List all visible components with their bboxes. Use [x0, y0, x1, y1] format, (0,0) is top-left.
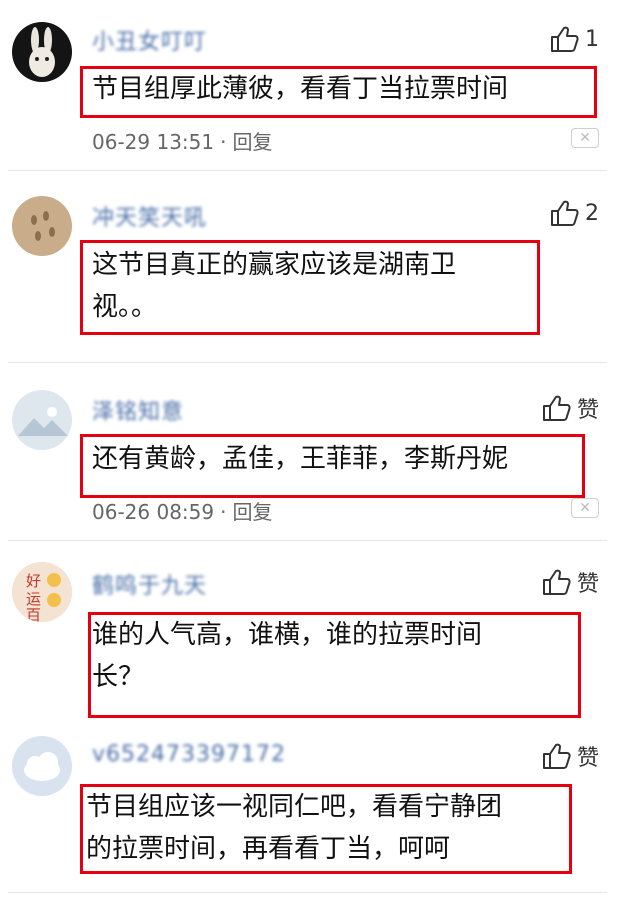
- divider: [8, 170, 607, 171]
- thumbs-up-icon: [542, 569, 571, 595]
- divider: [8, 362, 607, 363]
- like-button[interactable]: 赞: [541, 566, 599, 598]
- like-button[interactable]: 2: [549, 198, 599, 228]
- username[interactable]: 鹤鸣于九天: [92, 568, 207, 600]
- comment-text-line: 这节目真正的赢家应该是湖南卫: [92, 250, 457, 280]
- username[interactable]: v652473397172: [92, 742, 286, 767]
- username[interactable]: 泽铭知意: [92, 394, 184, 426]
- comment-text-line: 还有黄龄，孟佳，王菲菲，李斯丹妮: [92, 444, 509, 474]
- like-button[interactable]: 赞: [541, 740, 599, 772]
- close-icon[interactable]: ✕: [571, 128, 599, 148]
- comment-list: 小丑女叮叮 1 节目组厚此薄彼，看看丁当拉票时间 06-29 13:51 · 回复 …: [0, 0, 641, 905]
- comment-time: 06-29 13:51: [92, 130, 215, 154]
- reply-link[interactable]: 回复: [232, 500, 272, 524]
- comment-text-line: 节目组厚此薄彼，看看丁当拉票时间: [92, 74, 509, 104]
- comment-text-line: 谁的人气高，谁横，谁的拉票时间: [92, 620, 483, 650]
- like-button[interactable]: 1: [549, 24, 599, 54]
- thumbs-up-icon: [542, 743, 571, 769]
- divider: [8, 540, 607, 541]
- comment-text: 这节目真正的赢家应该是湖南卫 视。。: [92, 244, 456, 328]
- like-count: 2: [585, 200, 599, 226]
- comment-text-line: 长？: [92, 662, 145, 692]
- comment-text: 节目组应该一视同仁吧，看看宁静团 的拉票时间，再看看丁当，呵呵: [86, 786, 502, 870]
- divider: [8, 892, 607, 893]
- sand-footprint-avatar[interactable]: [12, 196, 72, 256]
- comment-text-line: 节目组应该一视同仁吧，看看宁静团: [86, 792, 503, 822]
- close-icon[interactable]: ✕: [571, 498, 599, 518]
- comment-time: 06-26 08:59: [92, 500, 215, 524]
- comment-text-line: 的拉票时间，再看看丁当，呵呵: [86, 834, 451, 864]
- comment-text: 节目组厚此薄彼，看看丁当拉票时间: [92, 68, 508, 110]
- comment-text: 谁的人气高，谁横，谁的拉票时间 长？: [92, 614, 482, 698]
- cloud-avatar[interactable]: [12, 736, 72, 796]
- reply-link[interactable]: 回复: [232, 130, 272, 154]
- bunny-avatar[interactable]: [12, 22, 72, 82]
- comment-meta: 06-29 13:51 · 回复: [92, 130, 273, 154]
- thumbs-up-icon: [551, 200, 579, 226]
- like-count: 1: [585, 26, 599, 52]
- like-count: 赞: [576, 746, 599, 771]
- like-count: 赞: [576, 572, 599, 597]
- comment-text: 还有黄龄，孟佳，王菲菲，李斯丹妮: [92, 438, 508, 480]
- username[interactable]: 小丑女叮叮: [92, 24, 207, 56]
- thumbs-up-icon: [551, 26, 579, 52]
- avatar-char: 好: [26, 572, 41, 590]
- like-count: 赞: [576, 398, 599, 423]
- comment-meta: 06-26 08:59 · 回复: [92, 500, 273, 524]
- avatar-char: 百: [26, 606, 41, 622]
- username[interactable]: 冲天笑天吼: [92, 200, 207, 232]
- comment-text-line: 视。。: [92, 292, 158, 322]
- thumbs-up-icon: [542, 395, 571, 421]
- good-luck-avatar[interactable]: 好 运 百: [12, 562, 72, 622]
- landscape-placeholder-avatar[interactable]: [12, 390, 72, 450]
- like-button[interactable]: 赞: [541, 392, 599, 424]
